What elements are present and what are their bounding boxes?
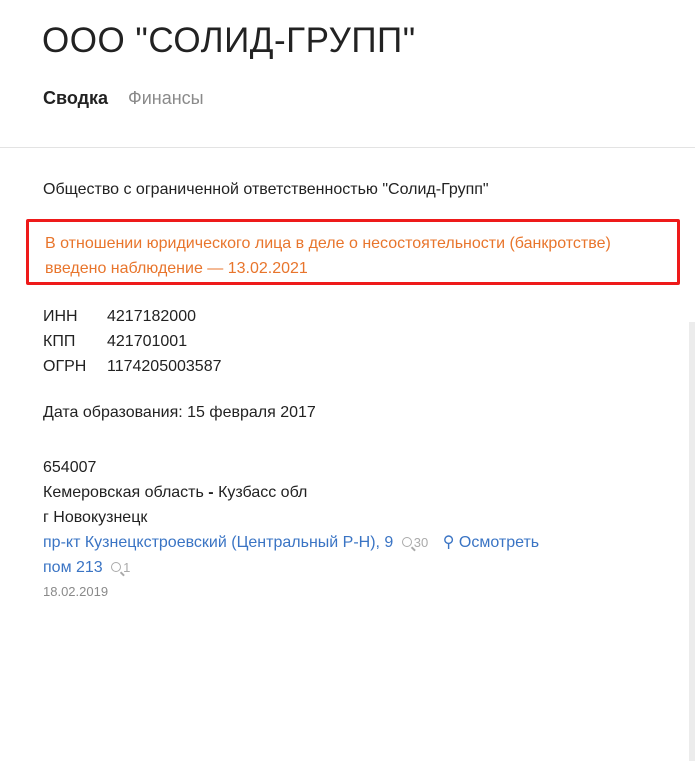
alert-text: В отношении юридического лица в деле о н…	[45, 231, 671, 281]
requisites: ИНН 4217182000 КПП 421701001 ОГРН 117420…	[43, 304, 222, 379]
requisite-kpp: КПП 421701001	[43, 329, 222, 354]
search-icon	[401, 537, 412, 547]
map-pin-icon: ⚲	[442, 534, 455, 551]
tabs: Сводка Финансы	[43, 88, 204, 109]
address-block: 654007 Кемеровская область - Кузбасс обл…	[43, 455, 539, 580]
kpp-value: 421701001	[107, 333, 188, 350]
ogrn-label: ОГРН	[43, 358, 87, 375]
alert-line-1: В отношении юридического лица в деле о н…	[45, 235, 611, 252]
tab-finances[interactable]: Финансы	[128, 88, 204, 109]
page-title: ООО "СОЛИД-ГРУПП"	[42, 21, 416, 60]
street-link[interactable]: пр-кт Кузнецкстроевский (Центральный Р-Н…	[43, 534, 393, 551]
region-separator: -	[203, 484, 219, 501]
formation-date: Дата образования: 15 февраля 2017	[43, 404, 316, 421]
alert-line-2: введено наблюдение — 13.02.2021	[45, 260, 308, 277]
street-count-value: 30	[413, 535, 429, 550]
inn-label: ИНН	[43, 308, 78, 325]
room-row: пом 213 1	[43, 555, 539, 580]
street-row: пр-кт Кузнецкстроевский (Центральный Р-Н…	[43, 530, 539, 555]
map-link[interactable]: ⚲ Осмотреть	[443, 530, 539, 555]
full-company-name: Общество с ограниченной ответственностью…	[43, 181, 489, 198]
room-link[interactable]: пом 213	[43, 559, 103, 576]
tab-summary[interactable]: Сводка	[43, 88, 108, 109]
search-icon	[111, 562, 122, 572]
room-count[interactable]: 1	[111, 560, 130, 575]
requisite-inn: ИНН 4217182000	[43, 304, 222, 329]
kpp-label: КПП	[43, 333, 76, 350]
company-header: ООО "СОЛИД-ГРУПП" Сводка Финансы	[0, 0, 695, 148]
bankruptcy-alert: В отношении юридического лица в деле о н…	[26, 219, 680, 285]
inn-value: 4217182000	[107, 308, 196, 325]
region-alt-name: Кузбасс обл	[218, 484, 308, 501]
room-count-value: 1	[123, 560, 131, 575]
address-date: 18.02.2019	[43, 584, 109, 599]
region: Кемеровская область - Кузбасс обл	[43, 480, 539, 505]
postal-code: 654007	[43, 459, 97, 476]
street-count[interactable]: 30	[401, 535, 429, 550]
ogrn-value: 1174205003587	[107, 358, 222, 375]
city: г Новокузнецк	[43, 509, 148, 526]
region-name: Кемеровская область	[43, 484, 204, 501]
map-link-label: Осмотреть	[458, 534, 540, 551]
scrollbar[interactable]	[689, 322, 695, 761]
requisite-ogrn: ОГРН 1174205003587	[43, 354, 222, 379]
